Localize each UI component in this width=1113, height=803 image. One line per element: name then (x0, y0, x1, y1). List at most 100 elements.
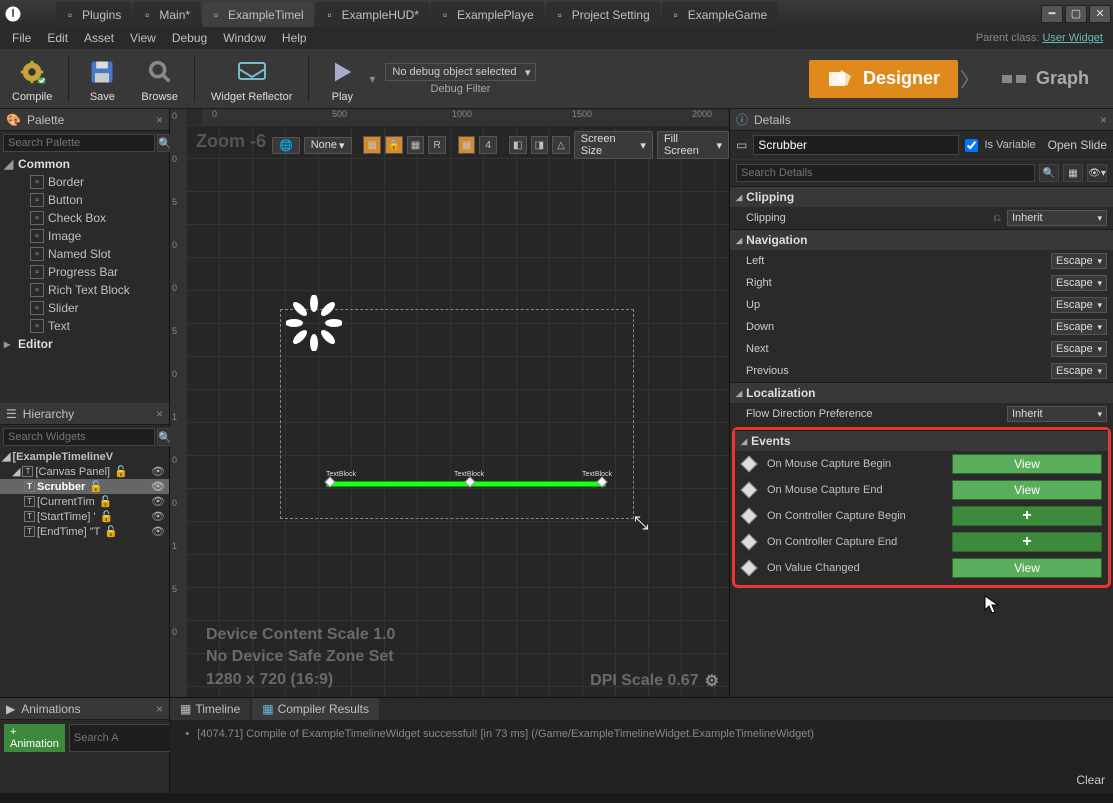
document-tab[interactable]: ▫ExampleHUD* (316, 2, 429, 27)
reset-icon[interactable]: ⎌ (993, 213, 1001, 224)
grid-button[interactable]: ▦ (458, 136, 476, 154)
flow-direction-dropdown[interactable]: Inherit (1007, 406, 1107, 422)
hierarchy-panel-tab[interactable]: ☰ Hierarchy × (0, 403, 169, 425)
scrubber-slider[interactable]: TextBlock TextBlock TextBlock (326, 481, 606, 487)
hierarchy-item[interactable]: T [StartTime] '🔓👁 (0, 509, 169, 524)
palette-item[interactable]: ▫Named Slot (0, 245, 169, 263)
events-category[interactable]: Events (735, 430, 1108, 451)
save-button[interactable]: Save (79, 53, 125, 105)
dpi-settings-icon[interactable]: ⚙ (705, 671, 719, 691)
menu-asset[interactable]: Asset (76, 29, 122, 47)
document-tab[interactable]: ▫ExamplePlaye (431, 2, 544, 27)
localization-category[interactable]: Localization (730, 382, 1113, 403)
palette-editor-category[interactable]: ▸Editor (0, 335, 169, 353)
close-icon[interactable]: × (156, 407, 163, 421)
visibility-filter-button[interactable]: 👁▾ (1087, 164, 1107, 182)
hierarchy-item[interactable]: T Scrubber🔓👁 (0, 479, 169, 494)
event-view-button[interactable]: + (952, 532, 1102, 552)
toggle-c-button[interactable]: ▦ (407, 136, 425, 154)
layout-none-button[interactable]: None ▾ (304, 137, 352, 154)
hierarchy-item[interactable]: ◢ T [Canvas Panel]🔓👁 (0, 464, 169, 479)
extra-2-button[interactable]: ◨ (531, 136, 549, 154)
menu-window[interactable]: Window (215, 29, 274, 47)
eye-icon[interactable]: 👁 (149, 510, 167, 523)
eye-icon[interactable]: 👁 (149, 525, 167, 538)
search-icon[interactable]: 🔍 (1039, 164, 1059, 182)
nav-dropdown[interactable]: Escape (1051, 297, 1107, 313)
window-minimize-button[interactable]: ━ (1041, 5, 1063, 23)
animations-panel-tab[interactable]: ▶ Animations × (0, 698, 169, 720)
palette-item[interactable]: ▫Rich Text Block (0, 281, 169, 299)
document-tab[interactable]: ▫ExampleTimel (202, 2, 314, 27)
eye-icon[interactable]: 👁 (149, 495, 167, 508)
menu-file[interactable]: File (4, 29, 39, 47)
palette-panel-tab[interactable]: 🎨 Palette × (0, 109, 169, 131)
toggle-a-button[interactable]: ▦ (363, 136, 381, 154)
navigation-category[interactable]: Navigation (730, 229, 1113, 250)
close-icon[interactable]: × (1100, 113, 1107, 127)
ue-logo-icon[interactable] (0, 0, 26, 27)
open-slide-button[interactable]: Open Slide (1042, 138, 1107, 152)
lock-icon[interactable]: 🔓 (102, 525, 120, 538)
nav-dropdown[interactable]: Escape (1051, 363, 1107, 379)
eye-icon[interactable]: 👁 (149, 480, 167, 493)
palette-item[interactable]: ▫Button (0, 191, 169, 209)
close-icon[interactable]: × (156, 113, 163, 127)
screen-size-button[interactable]: Screen Size ▾ (574, 131, 653, 159)
menu-debug[interactable]: Debug (164, 29, 215, 47)
hierarchy-root[interactable]: ◢ [ExampleTimelineV (0, 449, 169, 464)
compiler-results-tab[interactable]: ▦Compiler Results (252, 698, 379, 720)
designer-tab[interactable]: Designer (809, 60, 958, 98)
designer-viewport[interactable]: Zoom -6 🌐 None ▾ ▦ 🔒 ▦ R ▦ 4 ◧ ◨ △ S (186, 125, 729, 697)
nav-dropdown[interactable]: Escape (1051, 275, 1107, 291)
event-view-button[interactable]: View (952, 558, 1102, 578)
clipping-dropdown[interactable]: Inherit (1007, 210, 1107, 226)
lock-icon[interactable]: 🔓 (97, 495, 115, 508)
palette-item[interactable]: ▫Check Box (0, 209, 169, 227)
menu-help[interactable]: Help (274, 29, 315, 47)
clipping-category[interactable]: Clipping (730, 186, 1113, 207)
menu-view[interactable]: View (122, 29, 164, 47)
property-matrix-button[interactable]: ▦ (1063, 164, 1083, 182)
widget-name-input[interactable] (753, 135, 959, 155)
event-view-button[interactable]: View (952, 454, 1102, 474)
document-tab[interactable]: ▫Project Setting (546, 2, 660, 27)
extra-3-button[interactable]: △ (552, 136, 570, 154)
nav-dropdown[interactable]: Escape (1051, 341, 1107, 357)
hierarchy-item[interactable]: T [CurrentTim🔓👁 (0, 494, 169, 509)
add-animation-button[interactable]: + Animation (4, 724, 65, 752)
document-tab[interactable]: ▫Plugins (56, 2, 131, 27)
details-panel-tab[interactable]: ⓘ Details × (730, 109, 1113, 131)
graph-tab[interactable]: Graph (982, 60, 1107, 97)
document-tab[interactable]: ▫ExampleGame (662, 2, 777, 27)
toggle-r-button[interactable]: R (428, 136, 446, 154)
timeline-tab[interactable]: ▦Timeline (170, 698, 250, 720)
window-close-button[interactable]: ✕ (1089, 5, 1111, 23)
widget-reflector-button[interactable]: Widget Reflector (205, 53, 298, 105)
is-variable-checkbox[interactable] (965, 139, 978, 152)
clear-button[interactable]: Clear (1076, 773, 1105, 787)
palette-item[interactable]: ▫Progress Bar (0, 263, 169, 281)
event-view-button[interactable]: + (952, 506, 1102, 526)
document-tab[interactable]: ▫Main* (133, 2, 200, 27)
compile-button[interactable]: Compile (6, 53, 58, 105)
lock-icon[interactable]: 🔓 (112, 465, 130, 478)
resize-handle-icon[interactable]: ⤡ (634, 513, 648, 534)
eye-icon[interactable]: 👁 (149, 465, 167, 478)
menu-edit[interactable]: Edit (39, 29, 76, 47)
palette-search-input[interactable] (3, 134, 155, 152)
palette-item[interactable]: ▫Text (0, 317, 169, 335)
palette-category[interactable]: ◢Common (0, 155, 169, 173)
palette-item[interactable]: ▫Border (0, 173, 169, 191)
palette-item[interactable]: ▫Image (0, 227, 169, 245)
close-icon[interactable]: × (156, 702, 163, 716)
lock-icon[interactable]: 🔓 (98, 510, 116, 523)
hierarchy-search-input[interactable] (3, 428, 155, 446)
nav-dropdown[interactable]: Escape (1051, 253, 1107, 269)
toggle-lock-button[interactable]: 🔒 (385, 136, 403, 154)
palette-item[interactable]: ▫Slider (0, 299, 169, 317)
extra-1-button[interactable]: ◧ (509, 136, 527, 154)
parent-class-link[interactable]: User Widget (1042, 32, 1103, 44)
play-button[interactable]: Play (319, 53, 365, 105)
locale-button[interactable]: 🌐 (272, 137, 300, 154)
